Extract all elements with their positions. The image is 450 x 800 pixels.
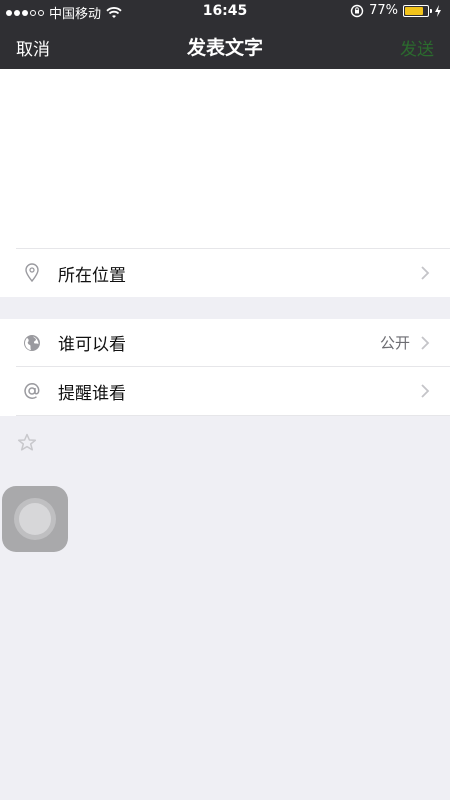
location-row[interactable]: 所在位置 [16, 248, 450, 297]
page-title: 发表文字 [186, 37, 263, 59]
top-bar: 中国移动 16:45 77% 取消 发表文字 发送 [0, 0, 450, 69]
star-icon[interactable] [17, 433, 37, 453]
row-background [0, 248, 16, 297]
navigation-bar: 取消 发表文字 发送 [0, 22, 450, 69]
charging-icon [435, 4, 441, 17]
rotation-lock-icon [350, 4, 364, 17]
visibility-value: 公开 [379, 334, 410, 352]
row-background [0, 319, 16, 416]
chevron-right-icon [421, 335, 430, 350]
visibility-row[interactable]: 谁可以看 公开 [16, 319, 450, 367]
assistive-touch-center [19, 503, 51, 535]
status-bar: 中国移动 16:45 77% [0, 0, 450, 22]
globe-icon [22, 333, 42, 353]
visibility-label: 谁可以看 [58, 335, 126, 355]
assistive-touch-button[interactable] [2, 486, 68, 552]
chevron-right-icon [421, 266, 430, 280]
remind-label: 提醒谁看 [58, 383, 126, 404]
location-label: 所在位置 [58, 265, 126, 286]
post-text-input[interactable] [16, 83, 434, 233]
at-sign-icon [22, 381, 42, 401]
compose-text-post-screen: 中国移动 16:45 77% 取消 发表文字 发送 所在位置 谁可以看 公开 提… [0, 0, 450, 800]
location-pin-icon [22, 263, 42, 283]
status-right: 77% [350, 3, 442, 18]
send-button[interactable]: 发送 [400, 35, 434, 60]
chevron-right-icon [421, 384, 430, 398]
battery-percent: 77% [369, 3, 398, 18]
remind-row[interactable]: 提醒谁看 [16, 367, 450, 416]
battery-icon [403, 4, 432, 17]
